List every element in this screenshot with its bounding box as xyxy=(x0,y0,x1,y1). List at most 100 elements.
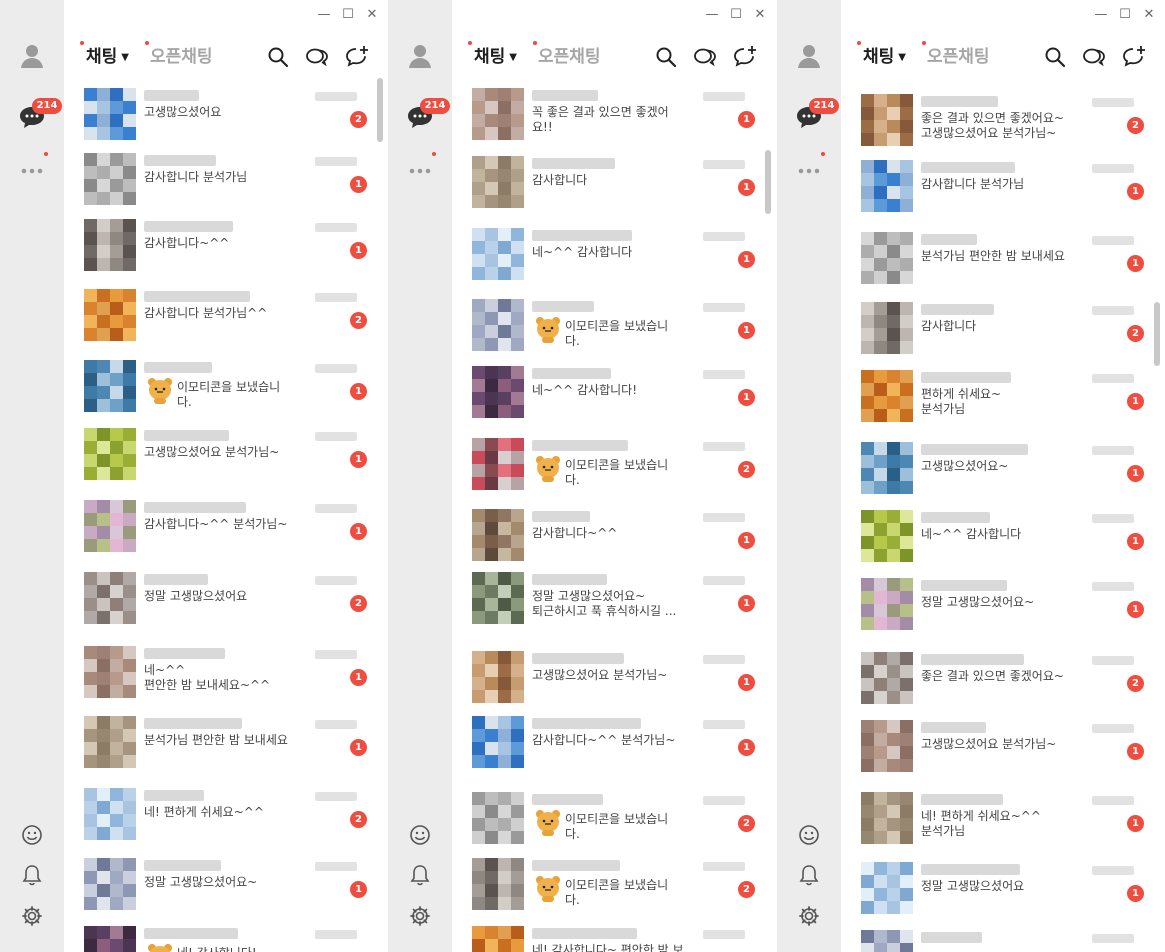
tab-chat[interactable]: 채팅 ▼ xyxy=(86,42,129,67)
emoji-icon[interactable] xyxy=(794,820,824,850)
chat-list-item[interactable]: 감사합니다~^^ 분석가님~ 1 xyxy=(452,716,775,780)
chat-list-item[interactable]: 편하게 쉬세요~ 분석가님 1 xyxy=(841,370,1164,434)
last-message: 이모티콘을 보냈습니 다. xyxy=(565,458,669,487)
minimize-button[interactable]: — xyxy=(317,8,331,22)
chat-list-item[interactable]: 감사합니다~^^ 1 xyxy=(452,509,775,573)
last-message: 정말 고생많으셨어요~ xyxy=(144,875,258,889)
chat-list-item[interactable]: 정말 고생많으셨어요~ 퇴근하시고 푹 휴식하시길 ... 1 xyxy=(452,572,775,636)
chat-list-item[interactable]: 감사합니다 분석가님 1 xyxy=(841,160,1164,224)
blurred-chat-name xyxy=(921,444,1028,455)
tab-open-chat[interactable]: 오픈채팅 xyxy=(538,42,601,67)
unread-badge: 1 xyxy=(350,523,367,540)
minimize-button[interactable]: — xyxy=(1094,8,1108,22)
more-icon[interactable] xyxy=(17,156,47,186)
chat-list-item[interactable]: 네~^^ 감사합니다 1 xyxy=(841,510,1164,574)
tab-open-chat[interactable]: 오픈채팅 xyxy=(927,42,990,67)
kakaotalk-window: 214— ☐ ✕ 채팅 ▼ 오픈채팅 꼭 좋은 결과 있으면 좋겠어 요!! 1 감사합니다 1 네… xyxy=(388,0,775,952)
chat-list-item[interactable]: 이모티콘을 보냈습니 다. 2 xyxy=(452,792,775,856)
close-button[interactable]: ✕ xyxy=(1142,8,1156,22)
gear-icon[interactable] xyxy=(17,901,47,931)
tab-open-chat[interactable]: 오픈채팅 xyxy=(150,42,213,67)
chat-list-item[interactable]: 고생많으셨어요~ 1 xyxy=(841,442,1164,506)
blurred-chat-name xyxy=(144,928,238,939)
blurred-chat-name xyxy=(921,722,986,733)
chat-list-item[interactable]: 감사합니다 분석가님 1 xyxy=(64,153,387,217)
chat-list-item[interactable]: 고생많으셨어요 2 xyxy=(64,88,387,152)
chat-list-item[interactable]: 이모티콘을 보냈습니 다. 1 xyxy=(64,360,387,424)
bell-icon[interactable] xyxy=(405,860,435,890)
close-button[interactable]: ✕ xyxy=(753,8,767,22)
unread-badge: 2 xyxy=(738,461,755,478)
person-icon[interactable] xyxy=(794,41,824,71)
chat-list-item[interactable]: 좋은 결과 있으면 좋겠어요~ 고생많으셨어요 분석가님~ 2 xyxy=(841,94,1164,158)
chat-list-item[interactable]: 정말 고생많으셨어요 2 xyxy=(64,572,387,636)
openchat-icon[interactable] xyxy=(304,44,330,70)
chat-list-item[interactable]: 네! 감사합니다! xyxy=(64,926,387,952)
emoji-icon[interactable] xyxy=(17,820,47,850)
chat-list-item[interactable]: 분석가님 편안한 밤 보내세요 1 xyxy=(841,232,1164,296)
blurred-timestamp xyxy=(1092,796,1134,805)
chat-list-item[interactable]: 네~^^ 감사합니다! 1 xyxy=(452,366,775,430)
emoticon-icon xyxy=(146,941,174,952)
avatar xyxy=(861,720,913,772)
blurred-chat-name xyxy=(532,230,632,241)
search-icon[interactable] xyxy=(265,44,291,70)
search-icon[interactable] xyxy=(1042,44,1068,70)
blurred-chat-name xyxy=(144,90,199,101)
chat-list-item[interactable]: 이모티콘을 보냈습니 다. 2 xyxy=(452,858,775,922)
chat-list-item[interactable]: 정말 고생많으셨어요 1 xyxy=(841,862,1164,926)
maximize-button[interactable]: ☐ xyxy=(1118,8,1132,22)
maximize-button[interactable]: ☐ xyxy=(729,8,743,22)
chat-list-item[interactable]: 감사합니다~^^ 분석가님~ 1 xyxy=(64,500,387,564)
blurred-timestamp xyxy=(1092,724,1134,733)
chat-list-item[interactable]: 네! 감사합니다~ 편안한 밤 보 xyxy=(452,926,775,952)
chat-list-item[interactable]: 감사합니다 1 xyxy=(452,156,775,220)
maximize-button[interactable]: ☐ xyxy=(341,8,355,22)
chat-list-item[interactable]: 좋은 결과 있으면 좋겠어요~ 2 xyxy=(841,652,1164,716)
gear-icon[interactable] xyxy=(794,901,824,931)
chat-list-item[interactable]: 고생많으셨어요 분석가님~ 1 xyxy=(64,428,387,492)
more-icon[interactable] xyxy=(794,156,824,186)
chat-list-item[interactable]: 정말 고생많으셨어요~ 1 xyxy=(841,578,1164,642)
bell-icon[interactable] xyxy=(794,860,824,890)
person-icon[interactable] xyxy=(405,41,435,71)
chat-list-item[interactable]: 네! 편하게 쉬세요~^^ 2 xyxy=(64,788,387,852)
chat-list-item[interactable]: 고생많으셨어요 분석가님~ 1 xyxy=(841,720,1164,784)
person-icon[interactable] xyxy=(17,41,47,71)
chat-list-item[interactable]: 감사합니다 분석가님^^ 2 xyxy=(64,289,387,353)
chat-list-item[interactable]: 꼭 좋은 결과 있으면 좋겠어 요!! 1 xyxy=(452,88,775,152)
new-chat-icon[interactable] xyxy=(1121,44,1147,70)
chat-list-item[interactable]: 감사합니다~^^ 1 xyxy=(64,219,387,283)
chat-list-item[interactable]: 고생많으셨어요 분석가님~ 1 xyxy=(452,651,775,715)
bell-icon[interactable] xyxy=(17,860,47,890)
chat-list-item[interactable]: 네~^^ 감사합니다 1 xyxy=(452,228,775,292)
chat-list-item[interactable]: 이모티콘을 보냈습니 다. 2 xyxy=(452,438,775,502)
tab-chat[interactable]: 채팅 ▼ xyxy=(863,42,906,67)
blurred-chat-name xyxy=(144,790,204,801)
unread-badge: 1 xyxy=(350,669,367,686)
blurred-chat-name xyxy=(921,234,977,245)
new-chat-icon[interactable] xyxy=(344,44,370,70)
emoji-icon[interactable] xyxy=(405,820,435,850)
new-chat-icon[interactable] xyxy=(732,44,758,70)
tab-chat[interactable]: 채팅 ▼ xyxy=(474,42,517,67)
unread-badge: 2 xyxy=(1127,325,1144,342)
blurred-chat-name xyxy=(921,794,1003,805)
chat-list-item[interactable]: 정말 고생많으셨어요~ 1 xyxy=(64,858,387,922)
chat-list-item[interactable] xyxy=(841,930,1164,952)
more-icon[interactable] xyxy=(405,156,435,186)
chat-list-item[interactable]: 네! 편하게 쉬세요~^^ 분석가님 1 xyxy=(841,792,1164,856)
openchat-icon[interactable] xyxy=(1081,44,1107,70)
search-icon[interactable] xyxy=(653,44,679,70)
chat-list-item[interactable]: 이모티콘을 보냈습니 다. 1 xyxy=(452,299,775,363)
chat-list-item[interactable]: 분석가님 편안한 밤 보내세요 1 xyxy=(64,716,387,780)
last-message: 감사합니다~^^ 분석가님~ xyxy=(532,733,676,747)
chat-list-item[interactable]: 네~^^ 편안한 밤 보내세요~^^ 1 xyxy=(64,646,387,710)
minimize-button[interactable]: — xyxy=(705,8,719,22)
unread-badge: 1 xyxy=(1127,183,1144,200)
avatar xyxy=(861,578,913,630)
gear-icon[interactable] xyxy=(405,901,435,931)
chat-list-item[interactable]: 감사합니다 2 xyxy=(841,302,1164,366)
close-button[interactable]: ✕ xyxy=(365,8,379,22)
openchat-icon[interactable] xyxy=(692,44,718,70)
